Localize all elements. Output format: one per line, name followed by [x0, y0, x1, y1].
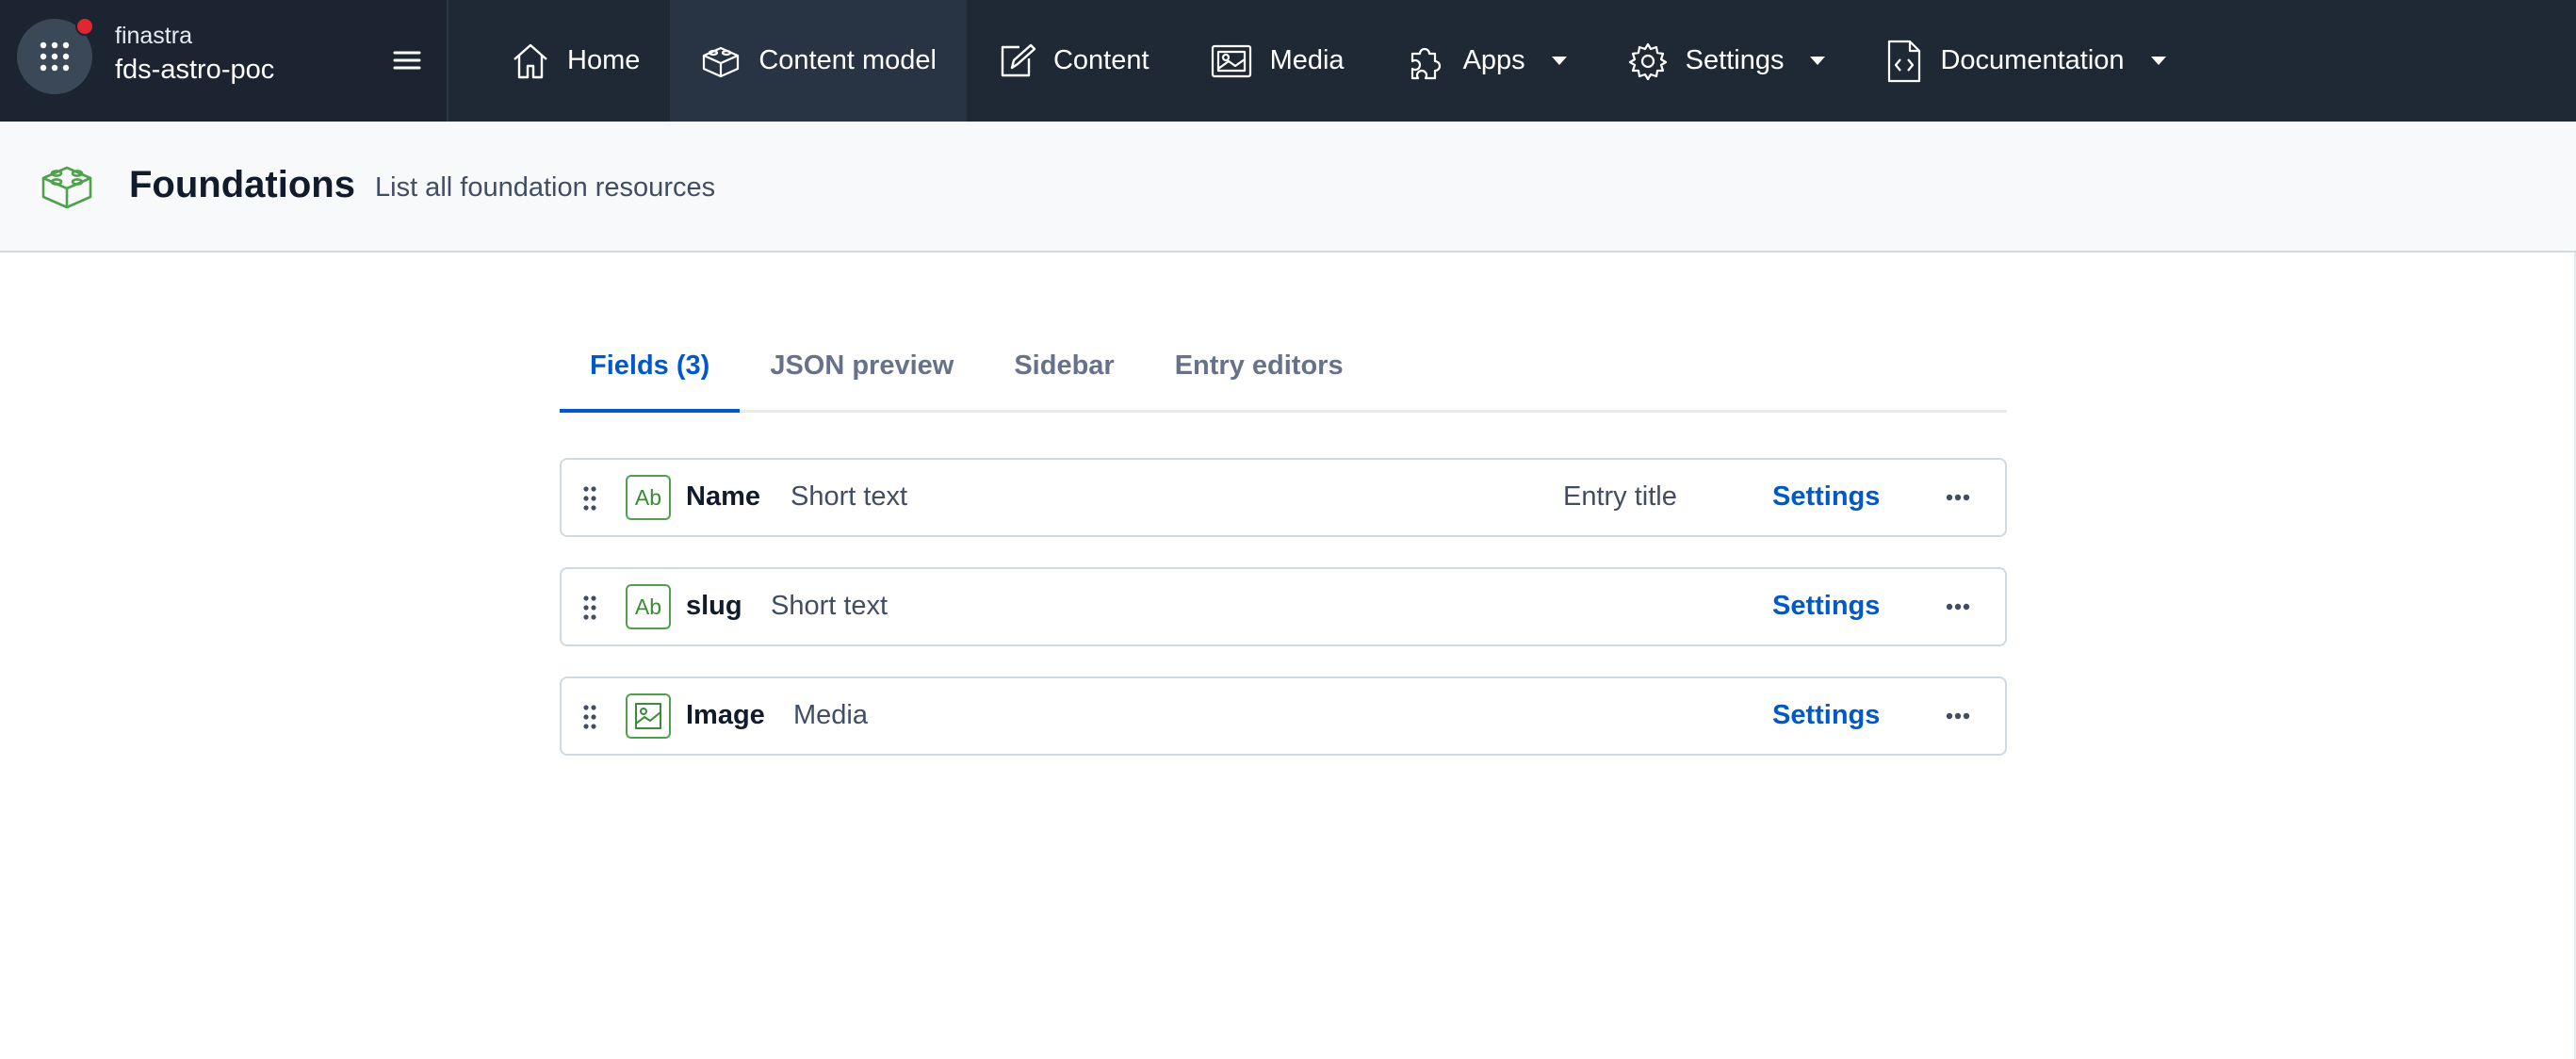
tab-sidebar[interactable]: Sidebar: [984, 332, 1144, 413]
field-type: Short text: [771, 591, 889, 621]
nav-content-model[interactable]: Content model: [670, 0, 967, 122]
tab-fields[interactable]: Fields (3): [560, 332, 741, 413]
media-icon: [1211, 44, 1251, 77]
apps-icon: [1410, 47, 1441, 79]
grid-icon: [40, 41, 70, 72]
nav-home[interactable]: Home: [448, 0, 670, 122]
nav-documentation-label: Documentation: [1940, 45, 2125, 75]
tab-json-preview[interactable]: JSON preview: [740, 332, 984, 413]
nav-apps-label: Apps: [1462, 45, 1525, 75]
nav-media-label: Media: [1269, 45, 1345, 75]
more-options-icon[interactable]: [1941, 702, 1975, 730]
field-settings-button[interactable]: Settings: [1772, 591, 1880, 622]
nav-home-label: Home: [567, 45, 641, 75]
nav-content-label: Content: [1052, 45, 1149, 75]
nav-media[interactable]: Media: [1180, 0, 1375, 122]
short-text-icon: Ab: [626, 584, 671, 629]
field-row-image[interactable]: Image Media Settings: [560, 676, 2007, 756]
content-icon: [1001, 43, 1036, 76]
chevron-down-icon: [2150, 57, 2166, 65]
tab-bar: Fields (3) JSON preview Sidebar Entry ed…: [560, 332, 2007, 413]
nav-settings[interactable]: Settings: [1597, 0, 1856, 122]
field-row-slug[interactable]: Ab slug Short text Settings: [560, 567, 2007, 646]
org-name: finastra: [115, 23, 192, 49]
entry-title-label: Entry title: [1563, 481, 1677, 512]
chevron-down-icon: [1810, 57, 1826, 65]
nav-content-model-label: Content model: [758, 45, 937, 75]
org-switcher[interactable]: finastra fds-astro-poc: [0, 0, 448, 122]
more-options-icon[interactable]: [1941, 593, 1975, 621]
page-description: List all foundation resources: [375, 172, 716, 203]
page-header: Foundations List all foundation resource…: [0, 122, 2576, 253]
field-name: Image: [686, 700, 765, 730]
nav-apps[interactable]: Apps: [1375, 0, 1597, 122]
field-name: slug: [686, 591, 742, 621]
home-icon: [514, 43, 547, 78]
image-icon: [626, 693, 671, 739]
documentation-icon: [1888, 40, 1921, 82]
settings-icon: [1628, 42, 1667, 80]
short-text-icon: Ab: [626, 475, 671, 520]
drag-handle-icon[interactable]: [580, 594, 599, 622]
space-name: fds-astro-poc: [115, 55, 275, 85]
top-navigation-bar: finastra fds-astro-poc Home Content mode…: [0, 0, 2576, 122]
nav-documentation[interactable]: Documentation: [1855, 0, 2195, 122]
field-type: Media: [793, 700, 868, 730]
main-nav: Home Content model Content Media Apps Se…: [448, 0, 2576, 122]
menu-toggle-button[interactable]: [386, 40, 428, 81]
drag-handle-icon[interactable]: [580, 484, 599, 513]
more-options-icon[interactable]: [1941, 483, 1975, 512]
nav-content[interactable]: Content: [967, 0, 1180, 122]
content-type-icon: [40, 159, 94, 214]
notification-dot: [75, 17, 94, 36]
chevron-down-icon: [1551, 57, 1567, 65]
field-settings-button[interactable]: Settings: [1772, 700, 1880, 731]
nav-settings-label: Settings: [1685, 45, 1785, 75]
field-name: Name: [686, 481, 760, 512]
tab-entry-editors[interactable]: Entry editors: [1145, 332, 1374, 413]
content-model-icon: [703, 46, 740, 77]
hamburger-icon: [393, 51, 421, 70]
drag-handle-icon[interactable]: [580, 703, 599, 731]
field-type: Short text: [791, 481, 908, 512]
field-row-name[interactable]: Ab Name Short text Entry title Settings: [560, 458, 2007, 537]
field-settings-button[interactable]: Settings: [1772, 481, 1880, 513]
page-title: Foundations: [129, 164, 355, 205]
